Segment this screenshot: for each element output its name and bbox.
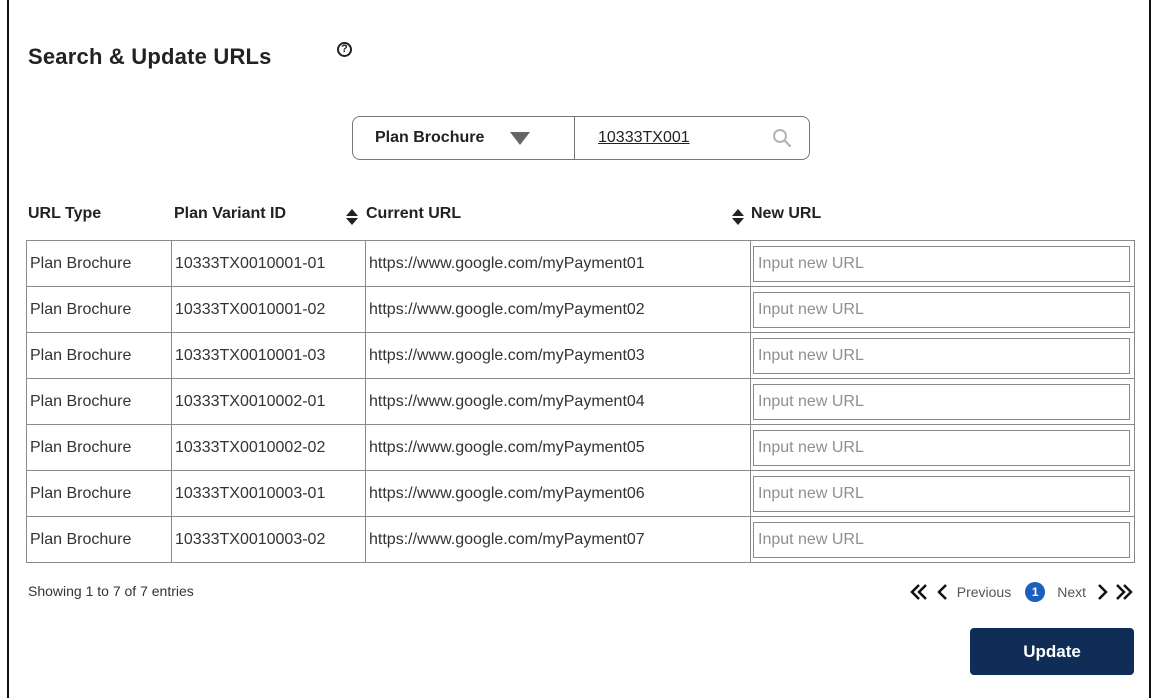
plan-variant-id-cell: 10333TX0010002-01 — [171, 378, 366, 425]
previous-page-link[interactable]: Previous — [957, 584, 1011, 600]
url-type-cell: Plan Brochure — [26, 332, 172, 379]
double-chevron-left-icon[interactable] — [909, 582, 929, 602]
url-search-bar: Plan Brochure 10333TX001 — [352, 116, 810, 160]
new-url-input[interactable] — [753, 429, 1130, 466]
new-url-cell — [750, 332, 1135, 379]
new-url-input[interactable] — [753, 383, 1130, 420]
plan-variant-id-cell: 10333TX0010002-02 — [171, 424, 366, 471]
pagination: Previous 1 Next — [909, 580, 1134, 604]
url-type-cell: Plan Brochure — [26, 470, 172, 517]
new-url-cell — [750, 240, 1135, 287]
magnifier-icon[interactable] — [772, 128, 792, 148]
url-type-cell: Plan Brochure — [26, 240, 172, 287]
current-url-cell: https://www.google.com/myPayment06 — [365, 470, 751, 517]
question-circle-icon[interactable]: ? — [337, 42, 352, 57]
table-row: Plan Brochure 10333TX0010001-02 https://ww… — [26, 286, 1135, 333]
chevron-left-icon[interactable] — [933, 582, 953, 602]
new-url-cell — [750, 470, 1135, 517]
new-url-cell — [750, 424, 1135, 471]
table-row: Plan Brochure 10333TX0010001-03 https://ww… — [26, 332, 1135, 379]
next-page-link[interactable]: Next — [1057, 584, 1086, 600]
sort-up-down-icon[interactable] — [731, 207, 745, 227]
page-frame-left-border — [7, 0, 9, 698]
table-header-row: URL Type Plan Variant ID Current URL New… — [0, 205, 1151, 229]
column-header-url-type: URL Type — [28, 205, 102, 222]
table-row: Plan Brochure 10333TX0010002-02 https://ww… — [26, 424, 1135, 471]
url-type-cell: Plan Brochure — [26, 286, 172, 333]
plan-variant-id-cell: 10333TX0010003-01 — [171, 470, 366, 517]
search-query-field[interactable]: 10333TX001 — [575, 117, 809, 159]
new-url-cell — [750, 516, 1135, 563]
page-title: Search & Update URLs — [28, 44, 272, 69]
plan-variant-id-cell: 10333TX0010001-01 — [171, 240, 366, 287]
new-url-input[interactable] — [753, 291, 1130, 328]
table-row: Plan Brochure 10333TX0010003-02 https://ww… — [26, 516, 1135, 563]
new-url-cell — [750, 286, 1135, 333]
new-url-input[interactable] — [753, 337, 1130, 374]
url-type-selected: Plan Brochure — [375, 129, 485, 146]
current-url-cell: https://www.google.com/myPayment04 — [365, 378, 751, 425]
new-url-input[interactable] — [753, 245, 1130, 282]
sort-up-down-icon[interactable] — [345, 207, 359, 227]
new-url-input[interactable] — [753, 475, 1130, 512]
table-row: Plan Brochure 10333TX0010002-01 https://ww… — [26, 378, 1135, 425]
current-url-cell: https://www.google.com/myPayment05 — [365, 424, 751, 471]
new-url-cell — [750, 378, 1135, 425]
plan-variant-id-cell: 10333TX0010003-02 — [171, 516, 366, 563]
url-type-cell: Plan Brochure — [26, 378, 172, 425]
current-url-cell: https://www.google.com/myPayment07 — [365, 516, 751, 563]
entries-info: Showing 1 to 7 of 7 entries — [28, 583, 194, 599]
new-url-input[interactable] — [753, 521, 1130, 558]
url-table: Plan Brochure 10333TX0010001-01 https://ww… — [26, 240, 1135, 563]
column-header-current-url: Current URL — [366, 205, 462, 222]
url-type-cell: Plan Brochure — [26, 424, 172, 471]
current-url-cell: https://www.google.com/myPayment01 — [365, 240, 751, 287]
plan-variant-id-cell: 10333TX0010001-02 — [171, 286, 366, 333]
update-button[interactable]: Update — [970, 628, 1134, 675]
column-header-new-url: New URL — [751, 205, 822, 222]
url-type-dropdown[interactable]: Plan Brochure — [353, 117, 575, 159]
column-header-plan-variant-id: Plan Variant ID — [174, 205, 287, 222]
double-chevron-right-icon[interactable] — [1114, 582, 1134, 602]
url-table-body: Plan Brochure 10333TX0010001-01 https://ww… — [26, 240, 1135, 563]
chevron-right-icon[interactable] — [1092, 582, 1112, 602]
caret-down-icon — [510, 131, 531, 145]
page-number-current[interactable]: 1 — [1025, 582, 1046, 602]
current-url-cell: https://www.google.com/myPayment02 — [365, 286, 751, 333]
current-url-cell: https://www.google.com/myPayment03 — [365, 332, 751, 379]
url-type-cell: Plan Brochure — [26, 516, 172, 563]
table-row: Plan Brochure 10333TX0010001-01 https://ww… — [26, 240, 1135, 287]
search-query-text: 10333TX001 — [598, 129, 690, 146]
table-row: Plan Brochure 10333TX0010003-01 https://ww… — [26, 470, 1135, 517]
plan-variant-id-cell: 10333TX0010001-03 — [171, 332, 366, 379]
